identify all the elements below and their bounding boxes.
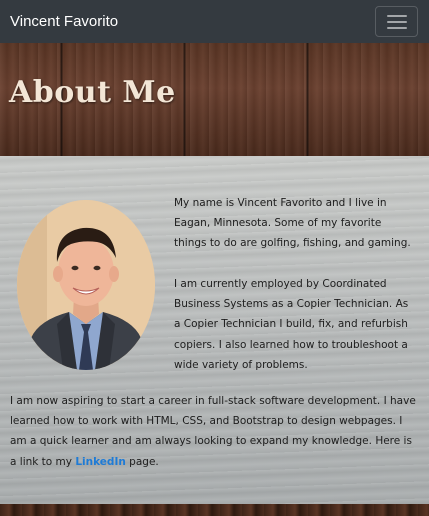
brand-link[interactable]: Vincent Favorito [10,13,118,30]
bio-paragraph-3: I am now aspiring to start a career in f… [10,391,420,472]
navbar: Vincent Favorito [0,0,429,43]
bio-paragraph-2: I am currently employed by Coordinated B… [174,278,409,371]
linkedin-link[interactable]: LinkedIn [75,456,126,468]
page-title: About Me [9,75,176,110]
profile-photo [17,200,155,370]
bio-paragraph-1: My name is Vincent Favorito and I live i… [174,197,411,250]
nav-toggle-button[interactable] [375,6,418,37]
footer-strip [0,504,429,516]
bio-paragraph-3-text: I am now aspiring to start a career in f… [10,395,416,468]
bio-paragraph-3-end: page. [125,455,159,468]
hamburger-icon [387,15,407,29]
